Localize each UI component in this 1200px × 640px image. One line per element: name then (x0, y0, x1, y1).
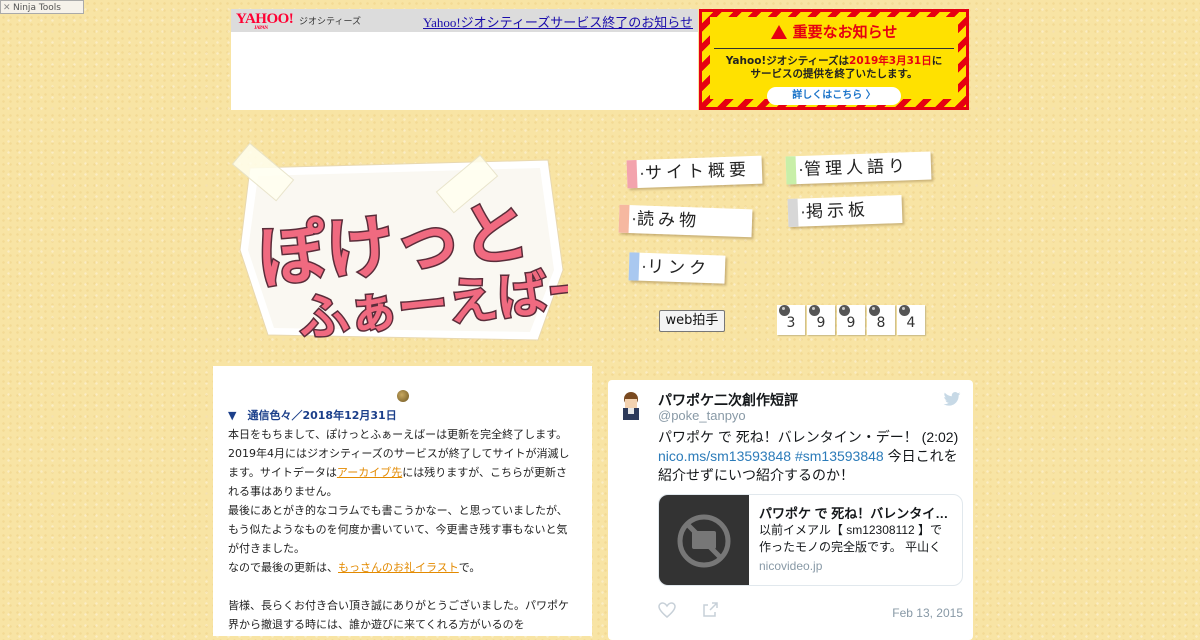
nav-links[interactable]: リンク (628, 252, 726, 284)
nav-dot (642, 265, 646, 268)
ninja-tools-badge[interactable]: ✕ Ninja Tools (0, 0, 84, 14)
nav-reading[interactable]: 読み物 (618, 204, 753, 238)
notice-text-a: Yahoo!ジオシティーズは (725, 55, 850, 67)
counter-digit-value: 8 (876, 315, 886, 331)
tweet-link-card[interactable]: パワポケ で 死ね！バレンタイン・デー！ 以前イメアル【 sm12308112 … (658, 494, 963, 586)
card-title: パワポケ で 死ね！バレンタイン・デー！ (759, 506, 954, 521)
article-paragraph-1: 本日をもちまして、ぽけっとふぁーえばーは更新を完全終了します。2019年4月には… (228, 425, 577, 501)
thanks-illust-link[interactable]: もっさんのお礼イラスト (338, 561, 459, 574)
article-paragraph-4: 皆様、長らくお付き合い頂き誠にありがとうございました。パワポケ界から撤退する時に… (228, 599, 569, 631)
tweet-author-name[interactable]: パワポケ二次創作短評 (658, 390, 798, 410)
article-paragraph-3: なので最後の更新は、もっさんのお礼イラストで。 (228, 558, 577, 577)
counter-digit: 8 (867, 305, 895, 335)
ninja-icon: ✕ (3, 3, 11, 13)
notice-date: 2019年3月31日 (849, 55, 932, 67)
tweet-body: パワポケ で 死ね！バレンタイン・デー！ (2:02) nico.ms/sm13… (658, 428, 963, 485)
nav-label: 掲示板 (805, 200, 870, 223)
notice-inner: 重要なお知らせ Yahoo!ジオシティーズは2019年3月31日に サービスの提… (710, 17, 958, 105)
tweet-date[interactable]: Feb 13, 2015 (892, 606, 963, 620)
counter-digit-value: 4 (906, 315, 916, 331)
site-logo[interactable]: ぽけっと ふぁーえばー (228, 142, 601, 350)
article-spacer (228, 577, 577, 596)
notice-title-text: 重要なお知らせ (792, 23, 898, 41)
article-paragraph-2: 最後にあとがき的なコラムでも書こうかなー、と思っていましたが、もう似たようなもの… (228, 504, 568, 555)
embedded-tweet[interactable]: パワポケ二次創作短評 @poke_tanpyo パワポケ で 死ね！バレンタイン… (608, 380, 973, 640)
pin-icon (899, 305, 910, 316)
yahoo-header-strip: YAHOO! JAPAN ジオシティーズ Yahoo!ジオシティーズサービス終了… (231, 9, 698, 32)
service-end-link[interactable]: Yahoo!ジオシティーズサービス終了のお知らせ (423, 12, 693, 31)
visitor-counter: 3 9 9 8 4 (777, 305, 927, 335)
nav-dot (640, 172, 644, 175)
nav-dot (800, 168, 803, 172)
nav-label: サイト概要 (644, 160, 751, 184)
nav-tab-color (628, 252, 640, 281)
important-notice-banner[interactable]: 重要なお知らせ Yahoo!ジオシティーズは2019年3月31日に サービスの提… (699, 9, 969, 110)
yahoo-logo-text: YAHOO! (236, 11, 294, 27)
counter-digit-value: 9 (846, 315, 856, 331)
notice-title: 重要なお知らせ (714, 21, 954, 49)
notice-text-c: サービスの提供を終了いたします。 (750, 68, 918, 80)
nav-bbs[interactable]: 掲示板 (787, 195, 903, 227)
web-clap-button[interactable]: web拍手 (659, 310, 725, 332)
ninja-tools-label: Ninja Tools (13, 3, 61, 13)
geocities-label: ジオシティーズ (299, 17, 362, 27)
nav-tab-color (785, 156, 797, 185)
card-description: 以前イメアル【 sm12308112 】で作ったモノの完全版です。 平山く (759, 523, 943, 554)
nav-label: リンク (646, 256, 711, 280)
update-article: ▼ 通信色々／2018年12月31日 本日をもちまして、ぽけっとふぁーえばーは更… (213, 366, 592, 636)
counter-digit: 9 (837, 305, 865, 335)
warning-icon (770, 25, 787, 39)
heart-icon[interactable] (658, 602, 676, 618)
notice-text-b: に (931, 55, 943, 67)
article-text: なので最後の更新は、 (228, 561, 338, 574)
counter-digit: 9 (807, 305, 835, 335)
pin-icon (869, 305, 880, 316)
nav-label: 管理人語り (803, 156, 910, 180)
counter-digit-value: 3 (786, 315, 796, 331)
tweet-url-link[interactable]: nico.ms/sm13593848 (658, 448, 791, 464)
twitter-bird-icon[interactable] (943, 392, 961, 406)
archive-link[interactable]: アーカイブ先 (337, 466, 402, 479)
nav-tab-color (626, 160, 638, 189)
acorn-icon (396, 390, 409, 402)
card-domain: nicovideo.jp (759, 559, 823, 573)
pin-icon (809, 305, 820, 316)
counter-digit: 3 (777, 305, 805, 335)
notice-details-button[interactable]: 詳しくはこちら 〉 (767, 87, 901, 105)
tweet-author-handle[interactable]: @poke_tanpyo (658, 408, 746, 423)
nav-label: 読み物 (636, 209, 701, 232)
counter-digit: 4 (897, 305, 925, 335)
share-icon[interactable] (702, 602, 719, 618)
notice-text: Yahoo!ジオシティーズは2019年3月31日に サービスの提供を終了いたしま… (710, 55, 958, 81)
article-text: で。 (458, 561, 481, 574)
pin-icon (839, 305, 850, 316)
avatar[interactable] (618, 390, 644, 420)
nav-dot (632, 218, 636, 221)
yahoo-logo[interactable]: YAHOO! JAPAN (236, 11, 294, 31)
tweet-text: パワポケ で 死ね！バレンタイン・デー！ (2:02) (658, 429, 959, 445)
article-heading: ▼ 通信色々／2018年12月31日 (228, 409, 397, 422)
tweet-actions (658, 602, 719, 623)
nav-tab-color (618, 204, 630, 234)
video-thumbnail (659, 495, 749, 585)
nav-dot (801, 211, 805, 214)
nav-admin-talk[interactable]: 管理人語り (785, 151, 932, 185)
pin-icon (779, 305, 790, 316)
yahoo-banner: YAHOO! JAPAN ジオシティーズ Yahoo!ジオシティーズサービス終了… (231, 9, 698, 110)
nav-site-overview[interactable]: サイト概要 (626, 155, 763, 189)
no-video-icon (677, 514, 731, 568)
tweet-hashtag-link[interactable]: #sm13593848 (795, 448, 884, 464)
nav-tab-color (787, 198, 799, 227)
counter-digit-value: 9 (816, 315, 826, 331)
